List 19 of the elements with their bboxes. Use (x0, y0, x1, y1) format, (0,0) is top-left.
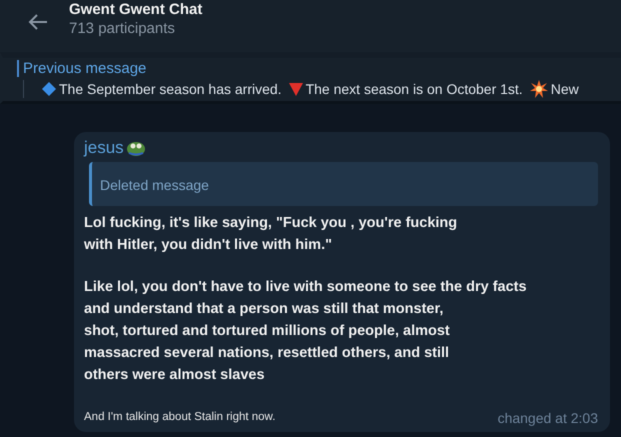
chat-title: Gwent Gwent Chat (69, 1, 202, 18)
pinned-text: New (550, 81, 579, 97)
message-text: Like lol, you don't have to live with someone to see the dry facts and understand that a person was still that monster, shot, tortured and tortured millions of people, almost massacred several nations, resettled others, and still others were almost slaves (84, 278, 528, 385)
pinned-label: Previous message (17, 60, 146, 77)
participant-count: 713 participants (69, 20, 176, 37)
reply-text: Deleted message (100, 177, 209, 193)
author-name[interactable]: jesus (84, 138, 124, 158)
pinned-text: The September season has arrived. (59, 81, 282, 97)
frog-icon (126, 140, 146, 156)
message-text: Lol fucking, it's like saying, "Fuck you , you're fucking with Hitler, you didn't live with him." (84, 214, 458, 255)
diamond-icon (42, 82, 56, 96)
reply-quote[interactable]: Deleted message (89, 162, 598, 206)
triangle-icon (288, 82, 303, 96)
message-footnote: And I'm talking about Stalin right now. (84, 411, 276, 423)
back-icon[interactable] (27, 13, 49, 31)
message-time: changed at 2:03 (498, 410, 598, 426)
burst-icon (530, 80, 548, 98)
pinned-text: The next season is on October 1st. (306, 81, 523, 97)
pinned-message-bar[interactable]: Previous message The September season has arrived. The next season is on October 1st. New (0, 52, 621, 104)
